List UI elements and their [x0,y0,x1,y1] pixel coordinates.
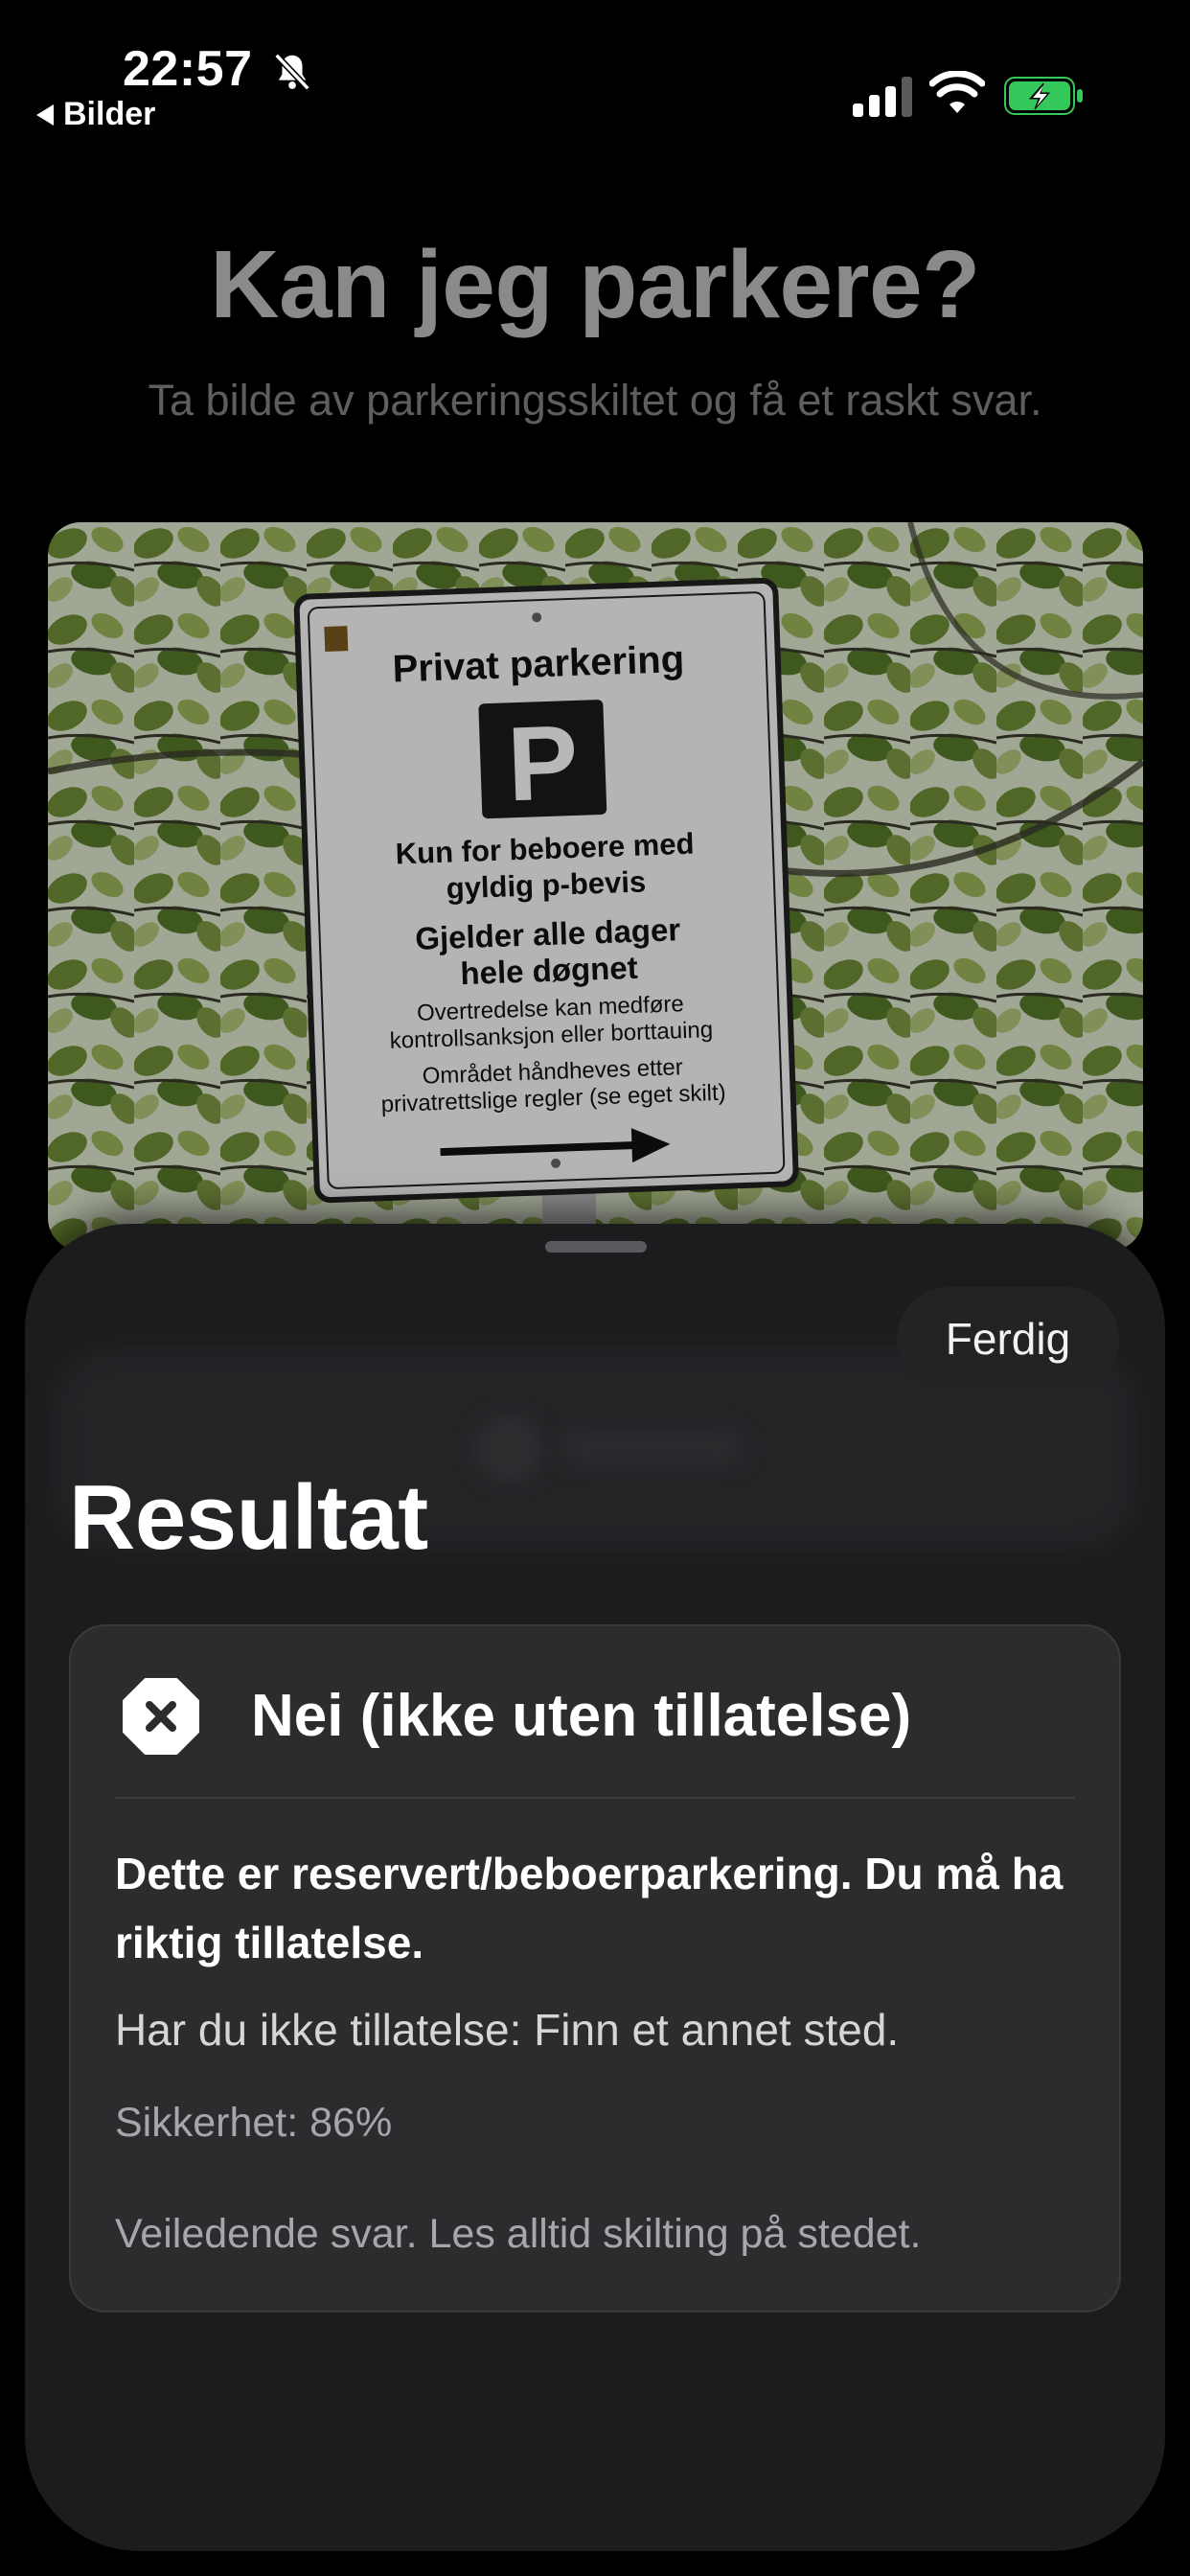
status-time: 22:57 [123,41,253,97]
battery-charging-icon [1004,77,1083,115]
verdict-text: Nei (ikke uten tillatelse) [251,1683,912,1749]
sign-line-2: gyldig p-bevis [446,864,647,905]
result-advice: Har du ikke tillatelse: Finn et annet st… [115,2005,900,2055]
screen: 22:57 Bilder Kan jeg parkere? Ta bilde a… [0,0,1190,2576]
x-octagon-icon [123,1678,199,1755]
sheet-grabber[interactable] [545,1241,647,1253]
card-divider [115,1797,1075,1799]
result-title: Resultat [69,1466,428,1569]
blurred-label [561,1430,744,1464]
page-subtitle: Ta bilde av parkeringsskiltet og få et r… [148,376,1042,425]
result-sheet: Ferdig Resultat Nei (ikke uten tillatels… [25,1224,1165,2551]
back-arrow-icon [36,104,54,126]
result-reason: Dette er reservert/beboerparkering. Du m… [115,1849,1064,1967]
parking-sign-photo: Privat parkering P Kun for beboere med g… [48,522,1143,1251]
bell-slash-icon [274,53,310,91]
sign-line-4: hele døgnet [460,950,638,991]
cellular-signal-icon [853,77,912,117]
sign-p-symbol: P [506,703,581,823]
parking-sign-image: Privat parkering P Kun for beboere med g… [48,522,1143,1251]
page-title: Kan jeg parkere? [210,231,980,338]
disclaimer-text: Veiledende svar. Les alltid skilting på … [115,2211,922,2257]
wifi-icon [929,71,985,113]
done-button[interactable]: Ferdig [897,1287,1119,1391]
status-bar: 22:57 Bilder [0,0,1190,144]
blurred-icon [475,1415,542,1483]
back-to-photos-link[interactable]: Bilder [36,96,155,133]
back-link-label: Bilder [63,96,156,132]
confidence-label: Sikkerhet: 86% [115,2100,393,2146]
result-card: Nei (ikke uten tillatelse) Dette er rese… [69,1624,1121,2312]
